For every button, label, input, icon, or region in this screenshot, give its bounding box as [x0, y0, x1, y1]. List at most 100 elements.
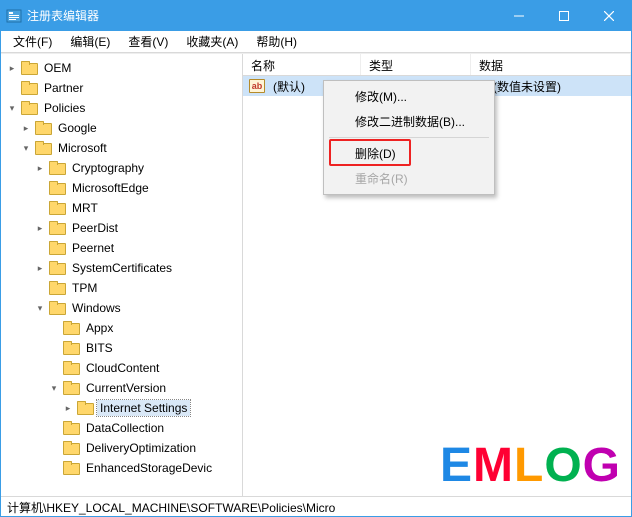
tree-item[interactable]: ▸ PeerDist — [33, 218, 242, 238]
string-value-icon: ab — [249, 79, 265, 93]
tree-item[interactable]: CloudContent — [47, 358, 242, 378]
chevron-down-icon[interactable]: ▾ — [47, 381, 61, 395]
tree-item-label: Policies — [41, 100, 88, 116]
tree-item-label: Windows — [69, 300, 124, 316]
tree-item-label: Cryptography — [69, 160, 147, 176]
menu-favorites[interactable]: 收藏夹(A) — [178, 31, 246, 53]
tree-item[interactable]: ▾ Microsoft — [19, 138, 242, 158]
tree-item-label: Internet Settings — [97, 400, 190, 416]
tree-item[interactable]: ▾ Windows — [33, 298, 242, 318]
folder-icon — [49, 261, 65, 275]
chevron-down-icon[interactable]: ▾ — [33, 301, 47, 315]
chevron-down-icon[interactable]: ▾ — [5, 101, 19, 115]
folder-icon — [77, 401, 93, 415]
status-bar: 计算机\HKEY_LOCAL_MACHINE\SOFTWARE\Policies… — [1, 496, 631, 516]
tree-item[interactable]: Partner — [5, 78, 242, 98]
cell-data: (数值未设置) — [489, 77, 631, 96]
tree-item[interactable]: Appx — [47, 318, 242, 338]
folder-icon — [49, 161, 65, 175]
context-item: 重命名(R) — [327, 166, 491, 191]
tree-item-label: DeliveryOptimization — [83, 440, 199, 456]
folder-icon — [35, 141, 51, 155]
menu-file[interactable]: 文件(F) — [5, 31, 60, 53]
tree-item-label: CurrentVersion — [83, 380, 169, 396]
close-button[interactable] — [586, 1, 631, 31]
folder-icon — [21, 81, 37, 95]
tree-item-label: SystemCertificates — [69, 260, 175, 276]
app-icon — [1, 8, 27, 24]
tree-item[interactable]: DataCollection — [47, 418, 242, 438]
folder-icon — [63, 361, 79, 375]
folder-icon — [63, 461, 79, 475]
folder-icon — [63, 381, 79, 395]
tree-item-label: Peernet — [69, 240, 117, 256]
maximize-button[interactable] — [541, 1, 586, 31]
registry-tree[interactable]: ▸ OEM Partner ▾ Policies ▸ Google ▾ Microsoft ▸ Cr… — [5, 58, 242, 478]
tree-item[interactable]: MRT — [33, 198, 242, 218]
tree-item-label: PeerDist — [69, 220, 121, 236]
menu-edit[interactable]: 编辑(E) — [62, 31, 118, 53]
tree-item[interactable]: BITS — [47, 338, 242, 358]
folder-icon — [63, 441, 79, 455]
chevron-down-icon[interactable]: ▾ — [19, 141, 33, 155]
chevron-right-icon[interactable]: ▸ — [33, 161, 47, 175]
tree-item-label: OEM — [41, 60, 74, 76]
context-item[interactable]: 删除(D) — [327, 141, 491, 166]
tree-item[interactable]: ▸ SystemCertificates — [33, 258, 242, 278]
col-type[interactable]: 类型 — [361, 54, 471, 75]
tree-item-label: Microsoft — [55, 140, 110, 156]
window-title: 注册表编辑器 — [27, 7, 496, 26]
menu-view[interactable]: 查看(V) — [120, 31, 176, 53]
menu-bar: 文件(F) 编辑(E) 查看(V) 收藏夹(A) 帮助(H) — [1, 31, 631, 53]
folder-icon — [49, 201, 65, 215]
menu-help[interactable]: 帮助(H) — [248, 31, 305, 53]
tree-item-label: Google — [55, 120, 100, 136]
context-separator — [329, 137, 489, 138]
tree-item-label: MRT — [69, 200, 101, 216]
folder-icon — [49, 281, 65, 295]
chevron-right-icon[interactable]: ▸ — [5, 61, 19, 75]
tree-item[interactable]: ▾ Policies — [5, 98, 242, 118]
tree-item[interactable]: ▸ Google — [19, 118, 242, 138]
chevron-right-icon[interactable]: ▸ — [61, 401, 75, 415]
tree-item[interactable]: ▸ Internet Settings — [61, 398, 242, 418]
registry-editor-window: 注册表编辑器 文件(F) 编辑(E) 查看(V) 收藏夹(A) 帮助(H) ▸ O… — [0, 0, 632, 517]
chevron-right-icon[interactable]: ▸ — [19, 121, 33, 135]
tree-item[interactable]: MicrosoftEdge — [33, 178, 242, 198]
tree-item-label: MicrosoftEdge — [69, 180, 152, 196]
title-bar[interactable]: 注册表编辑器 — [1, 1, 631, 31]
context-item[interactable]: 修改(M)... — [327, 84, 491, 109]
folder-icon — [49, 221, 65, 235]
context-menu: 修改(M)...修改二进制数据(B)... 删除(D)重命名(R) — [323, 80, 495, 195]
folder-icon — [63, 421, 79, 435]
tree-item[interactable]: ▸ Cryptography — [33, 158, 242, 178]
tree-item[interactable]: ▸ OEM — [5, 58, 242, 78]
tree-item-label: BITS — [83, 340, 116, 356]
folder-icon — [35, 121, 51, 135]
tree-item-label: DataCollection — [83, 420, 167, 436]
folder-icon — [49, 301, 65, 315]
folder-icon — [49, 181, 65, 195]
folder-icon — [63, 321, 79, 335]
tree-item-label: Partner — [41, 80, 86, 96]
chevron-right-icon[interactable]: ▸ — [33, 261, 47, 275]
tree-item-label: CloudContent — [83, 360, 162, 376]
content-split: ▸ OEM Partner ▾ Policies ▸ Google ▾ Microsoft ▸ Cr… — [1, 53, 631, 496]
minimize-button[interactable] — [496, 1, 541, 31]
value-list-pane: 名称 类型 数据 ab(默认)REG_SZ(数值未设置) 修改(M)...修改二… — [243, 54, 631, 496]
tree-item[interactable]: DeliveryOptimization — [47, 438, 242, 458]
list-header: 名称 类型 数据 — [243, 54, 631, 76]
tree-item[interactable]: ▾ CurrentVersion — [47, 378, 242, 398]
context-item[interactable]: 修改二进制数据(B)... — [327, 109, 491, 134]
chevron-right-icon[interactable]: ▸ — [33, 221, 47, 235]
folder-icon — [21, 61, 37, 75]
tree-item-label: Appx — [83, 320, 116, 336]
tree-item[interactable]: EnhancedStorageDevic — [47, 458, 242, 478]
tree-pane[interactable]: ▸ OEM Partner ▾ Policies ▸ Google ▾ Microsoft ▸ Cr… — [1, 54, 243, 496]
tree-item[interactable]: TPM — [33, 278, 242, 298]
tree-item-label: TPM — [69, 280, 100, 296]
col-data[interactable]: 数据 — [471, 54, 631, 75]
tree-item[interactable]: Peernet — [33, 238, 242, 258]
folder-icon — [49, 241, 65, 255]
col-name[interactable]: 名称 — [243, 54, 361, 75]
